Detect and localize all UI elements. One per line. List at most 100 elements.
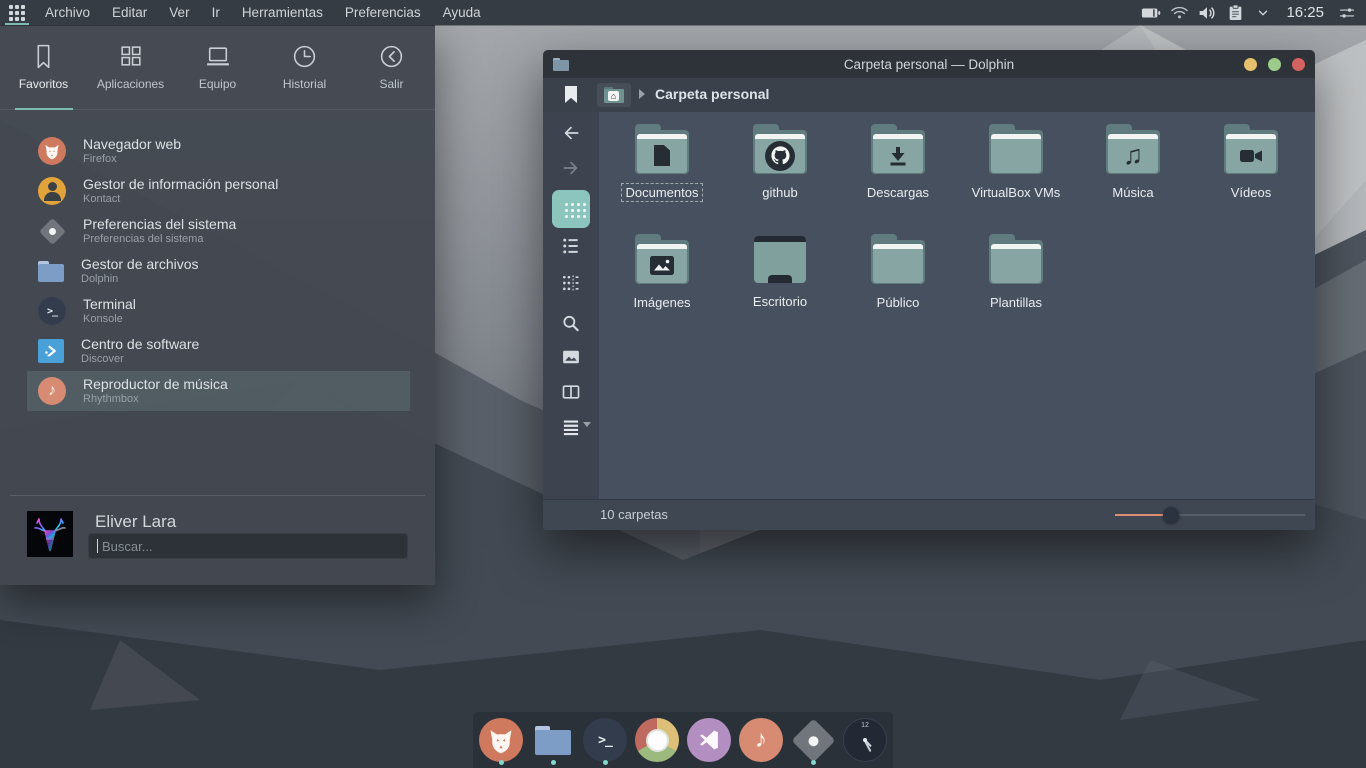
tab-label: Salir [379, 77, 403, 91]
app-item-firefox[interactable]: Navegador webFirefox [27, 131, 410, 171]
app-item-kontact[interactable]: Gestor de información personalKontact [27, 171, 410, 211]
folder-item-publico[interactable]: Público [839, 234, 957, 338]
forward-button[interactable] [561, 158, 581, 178]
maximize-button[interactable] [1268, 58, 1281, 71]
app-title: Preferencias del sistema [83, 217, 236, 232]
app-item-discover[interactable]: Centro de softwareDiscover [27, 331, 410, 371]
app-subtitle: Discover [81, 353, 199, 366]
folder-item-virtualbox[interactable]: VirtualBox VMs [957, 124, 1075, 228]
tab-label: Aplicaciones [97, 77, 164, 91]
folder-item-github[interactable]: github [721, 124, 839, 228]
clipboard-icon[interactable] [1224, 2, 1246, 24]
menu-archivo[interactable]: Archivo [34, 0, 101, 25]
dock-vscode-icon[interactable] [687, 718, 731, 762]
launcher-divider [10, 495, 425, 496]
tab-equipo[interactable]: Equipo [174, 25, 261, 109]
dolphin-window: Carpeta personal — Dolphin ⌂ Carpeta per… [543, 50, 1315, 530]
back-icon [561, 123, 581, 143]
menu-ayuda[interactable]: Ayuda [432, 0, 492, 25]
folder-icon-videos [1222, 124, 1280, 174]
app-title: Centro de software [81, 337, 199, 352]
app-title: Navegador web [83, 137, 181, 152]
dock-konsole-icon[interactable]: >_ [583, 718, 627, 762]
app-item-konsole[interactable]: >_ TerminalKonsole [27, 291, 410, 331]
tab-favoritos[interactable]: Favoritos [0, 25, 87, 109]
search-button[interactable] [561, 313, 581, 333]
menu-ir[interactable]: Ir [201, 0, 231, 25]
statusbar: 10 carpetas [543, 499, 1315, 530]
folder-item-videos[interactable]: Vídeos [1192, 124, 1310, 228]
volume-icon[interactable] [1196, 2, 1218, 24]
menu-button[interactable] [561, 417, 581, 437]
menu-herramientas[interactable]: Herramientas [231, 0, 334, 25]
tray-clock[interactable]: 16:25 [1280, 4, 1330, 21]
folder-item-musica[interactable]: ♫ Música [1074, 124, 1192, 228]
titlebar[interactable]: Carpeta personal — Dolphin [543, 50, 1315, 78]
rhythmbox-icon: ♪ [38, 377, 66, 405]
tab-salir[interactable]: Salir [348, 25, 435, 109]
tab-aplicaciones[interactable]: Aplicaciones [87, 25, 174, 109]
menu-caret-icon[interactable] [583, 422, 591, 427]
menu-editar[interactable]: Editar [101, 0, 158, 25]
folder-item-descargas[interactable]: Descargas [839, 124, 957, 228]
launcher-tabs: Favoritos Aplicaciones Equipo Historial … [0, 25, 435, 110]
search-input[interactable] [100, 538, 399, 555]
location-bar: ⌂ Carpeta personal [543, 78, 1315, 112]
breadcrumb[interactable]: Carpeta personal [655, 86, 769, 102]
avatar[interactable] [27, 511, 73, 557]
preview-button[interactable] [561, 347, 581, 367]
status-text: 10 carpetas [600, 500, 668, 529]
back-button[interactable] [561, 123, 581, 143]
dock-clock-widget[interactable]: 12 [843, 718, 887, 762]
dolphin-icon [38, 261, 64, 282]
folder-icon-plain [987, 124, 1045, 174]
tab-historial[interactable]: Historial [261, 25, 348, 109]
tab-label: Equipo [199, 77, 236, 91]
folder-label: Vídeos [1226, 183, 1276, 202]
dock-rhythmbox-icon[interactable]: ♪ [739, 718, 783, 762]
wifi-icon[interactable] [1168, 2, 1190, 24]
apps-grid-icon [118, 43, 144, 70]
menu-ver[interactable]: Ver [158, 0, 200, 25]
tweaks-icon[interactable] [1336, 2, 1358, 24]
breadcrumb-home-button[interactable]: ⌂ [597, 83, 631, 107]
folder-item-plantillas[interactable]: Plantillas [957, 234, 1075, 338]
slider-knob[interactable] [1163, 507, 1179, 523]
folder-item-imagenes[interactable]: Imágenes [603, 234, 721, 338]
dock-chromium-icon[interactable] [635, 718, 679, 762]
menu-preferencias[interactable]: Preferencias [334, 0, 432, 25]
battery-icon[interactable] [1140, 2, 1162, 24]
details-view-button[interactable] [561, 236, 581, 256]
window-controls [1244, 58, 1305, 71]
zoom-slider[interactable] [1115, 500, 1305, 530]
search-box[interactable] [88, 533, 408, 559]
dock-systemsettings-icon[interactable] [791, 718, 835, 762]
icons-view-button[interactable] [552, 190, 590, 228]
dock-firefox-icon[interactable] [479, 718, 523, 762]
folder-label: Imágenes [628, 293, 695, 312]
home-icon: ⌂ [604, 87, 624, 103]
app-subtitle: Konsole [83, 313, 136, 326]
close-button[interactable] [1292, 58, 1305, 71]
folder-icon-downloads [869, 124, 927, 174]
minimize-button[interactable] [1244, 58, 1257, 71]
compact-view-button[interactable] [561, 273, 581, 293]
folder-label: github [757, 183, 802, 202]
folder-label: Plantillas [985, 293, 1047, 312]
favorites-list: Navegador webFirefox Gestor de informaci… [27, 131, 410, 411]
folder-view: Documentos github Descargas VirtualBox V… [599, 112, 1315, 500]
split-view-button[interactable] [561, 382, 581, 402]
app-item-rhythmbox[interactable]: ♪ Reproductor de músicaRhythmbox [27, 371, 410, 411]
chevron-down-icon[interactable] [1252, 2, 1274, 24]
folder-icon-documents [633, 124, 691, 174]
folder-item-escritorio[interactable]: Escritorio [721, 234, 839, 338]
music-glyph-icon: ♫ [1123, 142, 1143, 169]
app-item-dolphin[interactable]: Gestor de archivosDolphin [27, 251, 410, 291]
dock-dolphin-icon[interactable] [531, 718, 575, 762]
app-item-systemsettings[interactable]: Preferencias del sistemaPreferencias del… [27, 211, 410, 251]
bookmark-icon[interactable] [565, 86, 577, 103]
tab-label: Favoritos [19, 77, 68, 91]
app-launcher-button[interactable] [0, 0, 34, 25]
app-subtitle: Preferencias del sistema [83, 233, 236, 246]
folder-item-documentos[interactable]: Documentos [603, 124, 721, 228]
